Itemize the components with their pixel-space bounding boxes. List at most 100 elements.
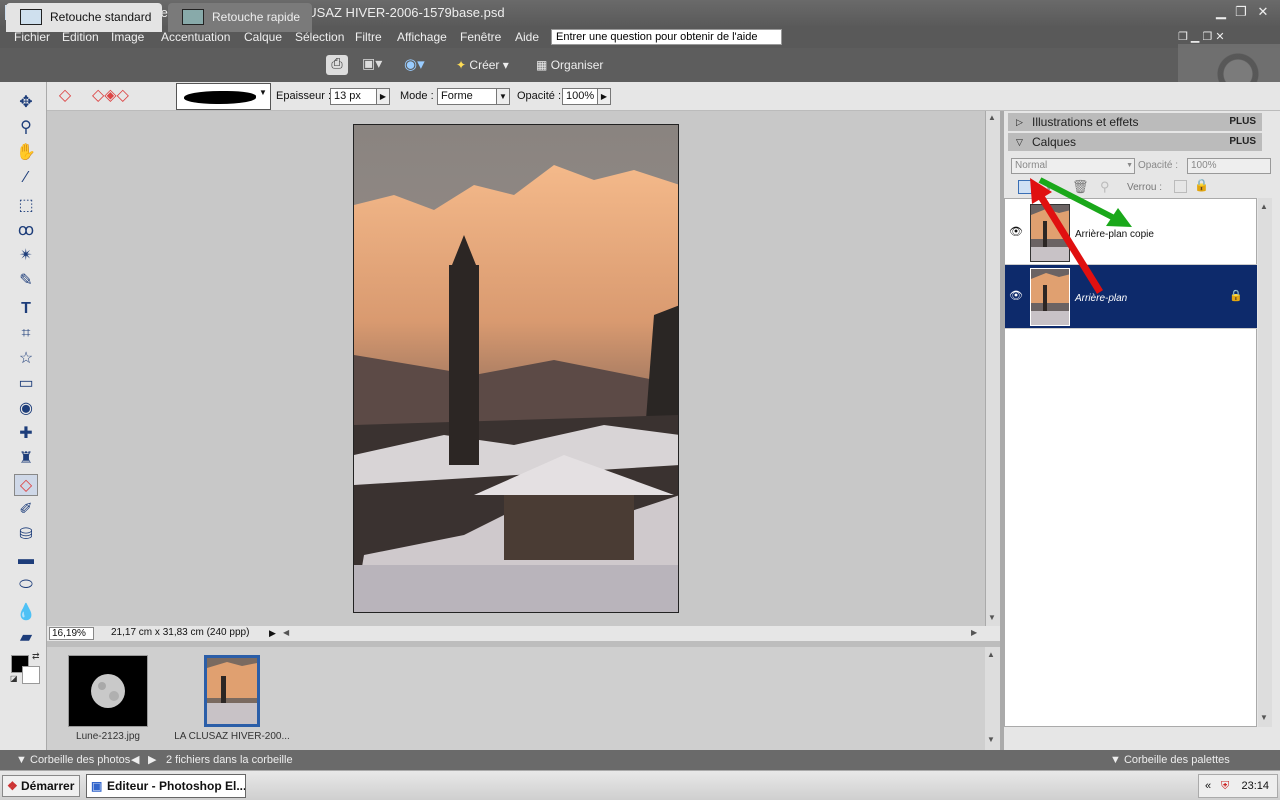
palette-title: Calques [1032, 135, 1077, 149]
bin-thumb-lune[interactable] [68, 655, 148, 727]
mode-select[interactable]: Forme ▼ [437, 88, 510, 105]
play-icon[interactable]: ▶ [269, 626, 276, 640]
cookie-cutter-icon[interactable]: ☆ [14, 348, 38, 370]
chevron-down-icon[interactable]: ▼ [496, 89, 509, 104]
previous-icon[interactable]: ◀ [131, 750, 139, 770]
shape-icon[interactable]: ⬭ [14, 574, 38, 596]
share-icon[interactable]: ▣▾ [362, 55, 392, 75]
organize-label: Organiser [550, 58, 604, 72]
chevron-down-icon[interactable]: ▼ [259, 88, 267, 97]
chevron-down-icon[interactable]: ▼ [987, 735, 995, 744]
play-icon[interactable]: ▶ [376, 89, 389, 104]
zoom-icon[interactable]: ⚲ [14, 117, 38, 139]
zoom-field[interactable]: 16,19% [49, 627, 94, 640]
bin-caption: LA CLUSAZ HIVER-200... [174, 731, 290, 742]
shield-icon[interactable]: ⛨ [1221, 775, 1229, 797]
swap-colors-icon[interactable]: ⇄ [32, 651, 40, 662]
annotation-arrows [1030, 177, 1132, 294]
hand-icon[interactable]: ✋ [14, 142, 38, 164]
palette-footer[interactable]: ▼ Corbeille des palettes [1000, 750, 1280, 770]
blur-icon[interactable]: 💧 [14, 602, 38, 624]
document-photo[interactable] [353, 124, 679, 613]
system-tray: « ⛨ 23:14 [1198, 774, 1278, 798]
grid-icon: ▦ [536, 58, 548, 72]
eraser-preset-icon[interactable]: ◇ [50, 85, 80, 107]
crop-icon[interactable]: ⌗ [14, 323, 38, 345]
chevron-left-icon[interactable]: « [1205, 775, 1211, 797]
taskbar-item-label: Editeur - Photoshop El... [107, 779, 246, 793]
print-icon[interactable]: ⎙ [326, 55, 348, 75]
village-photo-image [354, 125, 678, 612]
healing-brush-icon[interactable]: ✚ [14, 423, 38, 445]
red-arrow [1037, 193, 1103, 294]
photo-bin: Lune-2123.jpg LA CLUSAZ HIVER-200... [47, 647, 985, 750]
restore-icon[interactable]: ❐ [1232, 4, 1250, 21]
close-icon[interactable]: ✕ [1254, 4, 1272, 21]
selection-brush-icon[interactable]: ✎ [14, 270, 38, 292]
gradient-icon[interactable]: ▬ [14, 549, 38, 571]
lasso-icon[interactable]: ꝏ [14, 220, 38, 242]
bin-scrollbar[interactable]: ▲ ▼ [985, 647, 1000, 750]
opacity-field[interactable]: 100% ▶ [562, 88, 611, 105]
tab-retouche-rapide[interactable]: Retouche rapide [168, 3, 312, 32]
palette-illustrations-header[interactable]: ▷ Illustrations et effets PLUS [1008, 113, 1262, 131]
bin-thumb-clusaz[interactable] [204, 655, 260, 727]
brush-preview[interactable] [176, 83, 271, 110]
chevron-down-icon[interactable]: ▼ [1260, 713, 1268, 722]
paint-bucket-icon[interactable]: ⛁ [14, 524, 38, 546]
eraser-variants-icon[interactable]: ◇◈◇ [92, 85, 164, 107]
tab-retouche-standard[interactable]: Retouche standard [6, 3, 162, 32]
minimize-icon[interactable]: ▁ [1212, 4, 1230, 21]
organize-button[interactable]: ▦ Organiser [536, 55, 616, 75]
chevron-up-icon[interactable]: ▲ [1260, 202, 1268, 211]
next-icon[interactable]: ▶ [148, 750, 156, 770]
mode-bar [0, 48, 1280, 82]
plus-button[interactable]: PLUS [1229, 133, 1256, 151]
thickness-field[interactable]: 13 px ▶ [330, 88, 390, 105]
lock-transparency-icon[interactable] [1174, 180, 1187, 193]
start-button[interactable]: ❖ Démarrer [2, 775, 80, 797]
sponge-icon[interactable]: ▰ [14, 627, 38, 649]
chevron-down-icon[interactable]: ▼ [16, 750, 27, 770]
standard-edit-icon [20, 9, 42, 25]
chevron-up-icon[interactable]: ▲ [987, 650, 995, 659]
brush-icon[interactable]: ✐ [14, 499, 38, 521]
chevron-down-icon[interactable]: ▼ [988, 613, 996, 622]
palette-layers-header[interactable]: ▽ Calques PLUS [1008, 133, 1262, 151]
bin-toggle-label[interactable]: Corbeille des photos [30, 750, 130, 770]
plus-button[interactable]: PLUS [1229, 113, 1256, 131]
canvas-vertical-scrollbar[interactable]: ▲ ▼ [985, 111, 1000, 626]
taskbar-item-editor[interactable]: ▣ Editeur - Photoshop El... [86, 774, 246, 798]
tab-label: Retouche rapide [212, 10, 301, 24]
create-button[interactable]: ✦ Créer ▾ [456, 55, 526, 75]
chevron-right-icon[interactable]: ▶ [971, 626, 977, 640]
layer-lock-icon: 🔒 [1229, 290, 1243, 302]
straighten-icon[interactable]: ▭ [14, 373, 38, 395]
menu-fenetre[interactable]: Fenêtre [460, 26, 501, 48]
marquee-icon[interactable]: ⬚ [14, 195, 38, 217]
chevron-left-icon[interactable]: ◀ [283, 626, 289, 640]
magic-wand-icon[interactable]: ✴ [14, 245, 38, 267]
layer-opacity-field[interactable]: 100% [1187, 158, 1271, 174]
eraser-icon[interactable]: ◇ [14, 474, 38, 496]
doc-window-controls[interactable]: ❐ ▁ ❐ ✕ [1178, 30, 1225, 43]
menu-affichage[interactable]: Affichage [397, 26, 447, 48]
eyedropper-icon[interactable]: ⁄ [14, 167, 38, 189]
red-eye-icon[interactable]: ◉ [14, 398, 38, 420]
text-icon[interactable]: T [14, 298, 38, 320]
help-search-input[interactable]: Entrer une question pour obtenir de l'ai… [551, 29, 782, 45]
lock-icon[interactable]: 🔒 [1194, 178, 1209, 192]
background-color-swatch[interactable] [22, 666, 40, 684]
move-icon[interactable]: ✥ [14, 92, 38, 114]
clone-stamp-icon[interactable]: ♜ [14, 448, 38, 470]
village-thumb-image [207, 662, 257, 724]
online-icon[interactable]: ◉▾ [404, 55, 438, 75]
play-icon[interactable]: ▶ [597, 89, 610, 104]
menu-filtre[interactable]: Filtre [355, 26, 382, 48]
palette-bin-label: Corbeille des palettes [1123, 754, 1230, 766]
menu-aide[interactable]: Aide [515, 26, 539, 48]
layers-scrollbar[interactable]: ▲ ▼ [1258, 198, 1272, 727]
default-colors-icon[interactable]: ◪ [10, 674, 18, 683]
chevron-up-icon[interactable]: ▲ [988, 113, 996, 122]
quick-fix-icon [182, 9, 204, 25]
